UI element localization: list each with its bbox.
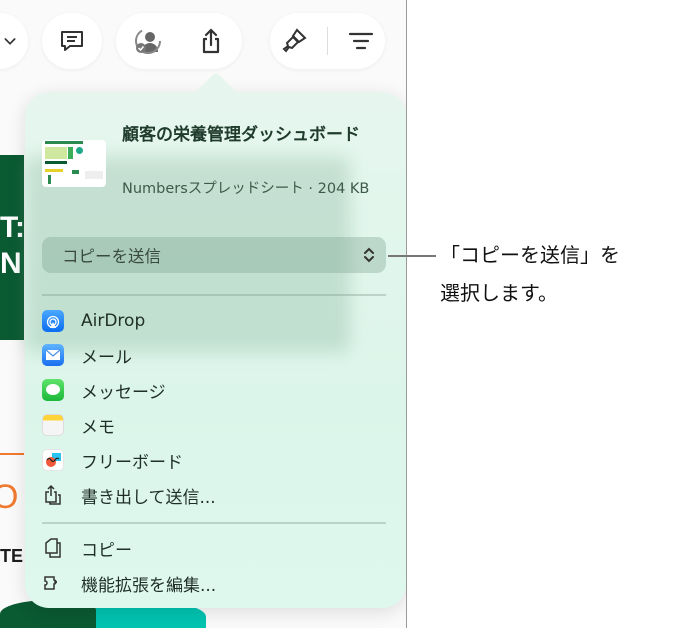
freeform-icon (42, 449, 64, 471)
export-icon (42, 484, 64, 506)
comment-icon (61, 31, 83, 51)
document-title: 顧客の栄養管理ダッシュボード (122, 125, 360, 145)
send-mode-value: コピーを送信 (62, 247, 161, 266)
callout-text: 「コピーを送信」を 選択します。 (440, 236, 620, 312)
action-edit-extensions[interactable]: 機能拡張を編集... (42, 567, 386, 599)
share-item-freeform[interactable]: フリーボード (42, 444, 386, 476)
callout-line-1: 「コピーを送信」を (440, 243, 620, 267)
divider (327, 27, 328, 55)
format-organize-group (270, 13, 385, 69)
numbers-app: T:N O TE 顧客の栄養管理ダッシュボード Numbersス (0, 0, 407, 628)
organize-menu-icon[interactable] (346, 26, 376, 56)
document-thumbnail (42, 140, 106, 187)
share-item-notes[interactable]: メモ (42, 409, 386, 441)
action-label: 機能拡張を編集... (81, 575, 217, 596)
mail-icon (42, 344, 64, 366)
sheet-text: TE (0, 546, 24, 566)
share-popover: 顧客の栄養管理ダッシュボード Numbersスプレッドシート · 204 KB … (25, 71, 406, 608)
extension-icon (42, 572, 64, 594)
callout-leader-line (388, 255, 436, 257)
share-item-mail[interactable]: メール (42, 339, 386, 371)
separator (42, 294, 386, 296)
copy-icon (42, 537, 64, 559)
sheet-text: N (0, 247, 22, 280)
view-menu-button[interactable] (0, 13, 28, 69)
action-copy[interactable]: コピー (42, 532, 386, 564)
collaborate-icon[interactable] (133, 26, 163, 56)
share-item-label: メール (81, 347, 132, 368)
separator (42, 522, 386, 524)
format-brush-icon[interactable] (279, 26, 309, 56)
collab-share-group (116, 13, 242, 69)
sheet-divider (0, 453, 24, 455)
share-item-airdrop[interactable]: AirDrop (42, 305, 386, 337)
comment-button[interactable] (42, 13, 102, 69)
sheet-banner: T: N (0, 155, 24, 340)
sheet-text: T: (0, 211, 24, 244)
callout-line-2: 選択します。 (440, 281, 558, 305)
share-item-label: 書き出して送信... (81, 487, 216, 508)
share-item-label: AirDrop (81, 311, 146, 331)
share-item-export[interactable]: 書き出して送信... (42, 479, 386, 511)
share-item-messages[interactable]: メッセージ (42, 374, 386, 406)
document-info: Numbersスプレッドシート · 204 KB (122, 181, 370, 197)
sheet-text: O (0, 478, 18, 517)
messages-icon (42, 379, 64, 401)
popover-arrow (194, 71, 238, 115)
share-icon[interactable] (196, 26, 226, 56)
send-mode-select[interactable]: コピーを送信 (42, 237, 386, 273)
airdrop-icon (42, 310, 64, 332)
share-item-label: フリーボード (81, 452, 183, 473)
chevron-updown-icon (364, 247, 374, 263)
chevron-down-icon (4, 38, 16, 45)
action-label: コピー (81, 540, 132, 561)
notes-icon (42, 414, 64, 436)
share-item-label: メモ (81, 417, 115, 438)
share-item-label: メッセージ (81, 382, 166, 403)
